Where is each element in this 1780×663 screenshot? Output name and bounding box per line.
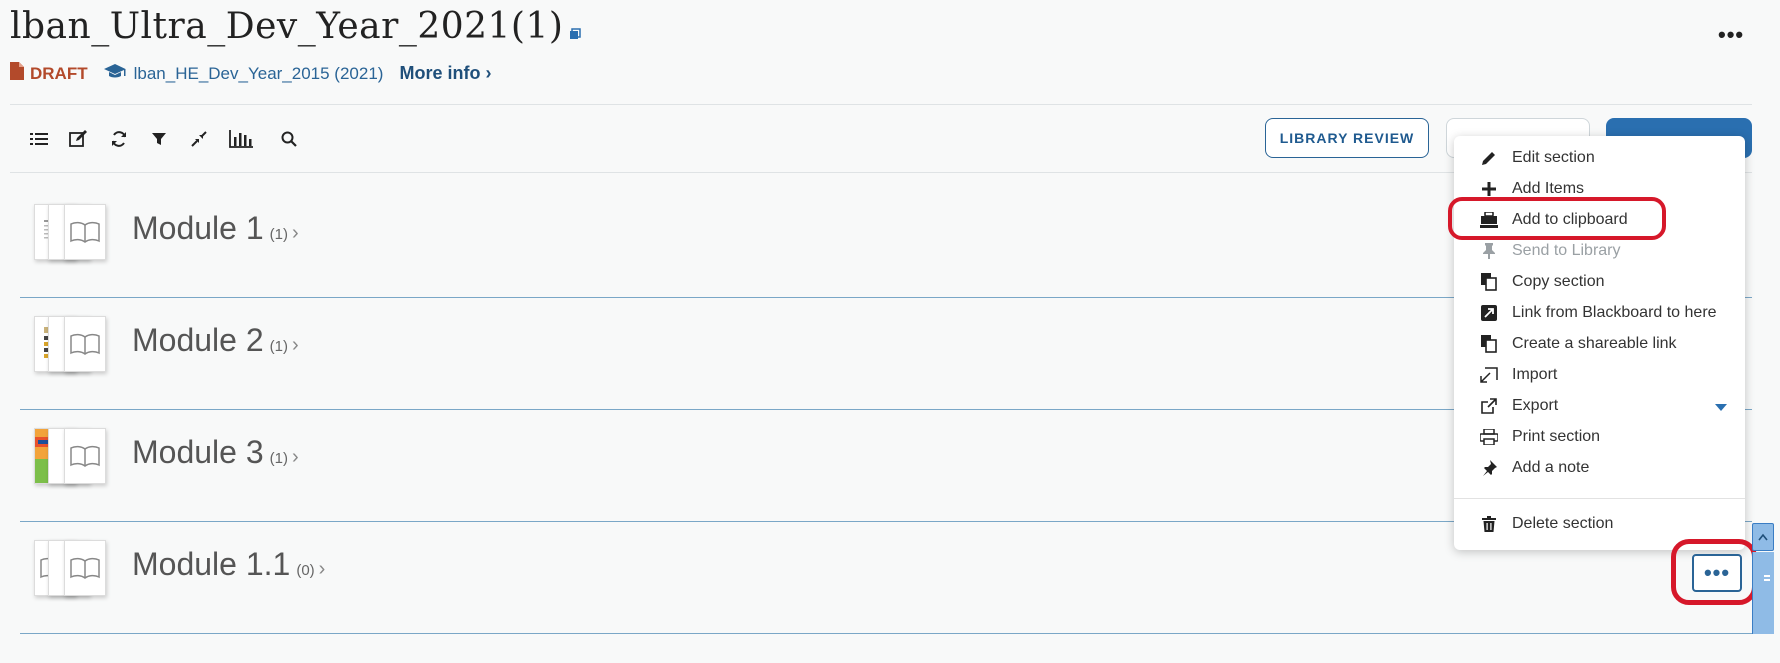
thumbtack-icon (1478, 460, 1500, 476)
parent-list-label: lban_HE_Dev_Year_2015 (2021) (133, 63, 384, 83)
scrollbar-thumb[interactable] (1752, 552, 1774, 634)
book-icon (64, 204, 106, 260)
module-name: Module 2 (132, 322, 264, 358)
module-title[interactable]: Module 2 (1) › (132, 322, 299, 359)
module-title[interactable]: Module 1.1 (0) › (132, 546, 325, 583)
status-text: DRAFT (30, 63, 88, 83)
menu-item-label: Copy section (1512, 273, 1605, 290)
scroll-up-button[interactable] (1752, 523, 1774, 551)
more-info-label: More info (399, 63, 481, 83)
module-count: (0) (296, 562, 315, 579)
module-count: (1) (269, 338, 288, 355)
module-name: Module 1.1 (132, 546, 291, 582)
status-badge: DRAFT (10, 62, 88, 85)
share-icon (1478, 335, 1500, 353)
chevron-up-icon (1758, 533, 1768, 541)
external-link-icon (1478, 398, 1500, 414)
menu-item-copy-section[interactable]: Copy section (1478, 270, 1605, 294)
menu-item-link-from-blackboard[interactable]: Link from Blackboard to here (1478, 301, 1717, 325)
import-icon (1478, 367, 1500, 383)
highlight-overflow-button (1671, 539, 1757, 605)
title-row: lban_Ultra_Dev_Year_2021(1) (10, 6, 582, 47)
module-count: (1) (269, 450, 288, 467)
menu-item-add-note[interactable]: Add a note (1478, 456, 1589, 480)
pencil-icon (1478, 150, 1500, 166)
module-name: Module 3 (132, 434, 264, 470)
list-icon[interactable] (24, 126, 54, 152)
menu-item-create-shareable-link[interactable]: Create a shareable link (1478, 332, 1677, 356)
scroll-grip (1764, 575, 1770, 577)
document-icon (10, 62, 24, 85)
menu-item-label: Print section (1512, 428, 1601, 445)
collapse-icon[interactable] (184, 126, 214, 152)
menu-item-label: Import (1512, 366, 1558, 383)
divider (10, 104, 1752, 105)
plus-icon (1478, 182, 1500, 196)
graduation-cap-icon (103, 63, 126, 84)
link-icon (1478, 305, 1500, 321)
menu-item-import[interactable]: Import (1478, 363, 1557, 387)
caret-down-icon[interactable] (1715, 404, 1727, 411)
menu-item-edit-section[interactable]: Edit section (1478, 146, 1595, 170)
filter-icon[interactable] (144, 126, 174, 152)
library-review-button[interactable]: LIBRARY REVIEW (1265, 118, 1429, 158)
menu-item-delete-section[interactable]: Delete section (1478, 512, 1613, 536)
menu-item-print-section[interactable]: Print section (1478, 425, 1600, 449)
module-title[interactable]: Module 1 (1) › (132, 210, 299, 247)
chevron-right-icon: › (291, 222, 299, 244)
module-count: (1) (269, 226, 288, 243)
chevron-right-icon: › (318, 558, 326, 580)
book-icon (64, 540, 106, 596)
meta-row: DRAFT lban_HE_Dev_Year_2015 (2021) More … (10, 62, 491, 85)
menu-item-label: Export (1512, 397, 1559, 414)
page-title: lban_Ultra_Dev_Year_2021(1) (10, 6, 564, 47)
menu-item-label: Delete section (1512, 515, 1614, 532)
menu-item-label: Create a shareable link (1512, 335, 1677, 352)
module-name: Module 1 (132, 210, 264, 246)
more-info-link[interactable]: More info › (399, 63, 491, 84)
menu-item-label: Edit section (1512, 149, 1595, 166)
highlight-add-to-clipboard (1448, 197, 1666, 240)
module-thumbnails (34, 540, 114, 600)
menu-item-export[interactable]: Export (1478, 394, 1558, 418)
trash-icon (1478, 516, 1500, 532)
pin-icon (1478, 243, 1500, 259)
module-thumbnails (34, 428, 114, 488)
module-title[interactable]: Module 3 (1) › (132, 434, 299, 471)
print-icon (1478, 429, 1500, 445)
module-thumbnails (34, 316, 114, 376)
book-icon (64, 316, 106, 372)
menu-item-label: Link from Blackboard to here (1512, 304, 1717, 321)
chart-icon[interactable] (224, 126, 258, 152)
page-overflow-button[interactable]: ••• (1718, 22, 1744, 48)
menu-item-label: Add a note (1512, 459, 1590, 476)
copy-icon[interactable] (569, 27, 582, 40)
menu-item-send-to-library: Send to Library (1478, 239, 1621, 263)
search-icon[interactable] (274, 126, 304, 152)
menu-item-label: Add Items (1512, 180, 1585, 197)
chevron-right-icon: › (291, 446, 299, 468)
menu-divider (1454, 498, 1745, 499)
chevron-right-icon: › (485, 63, 492, 83)
module-thumbnails (34, 204, 114, 264)
chevron-right-icon: › (291, 334, 299, 356)
refresh-icon[interactable] (104, 126, 134, 152)
copy-icon (1478, 273, 1500, 291)
edit-icon[interactable] (64, 126, 94, 152)
toolbar (24, 126, 314, 152)
book-icon (64, 428, 106, 484)
parent-list-link[interactable]: lban_HE_Dev_Year_2015 (2021) (103, 63, 384, 84)
menu-item-label: Send to Library (1512, 242, 1621, 259)
